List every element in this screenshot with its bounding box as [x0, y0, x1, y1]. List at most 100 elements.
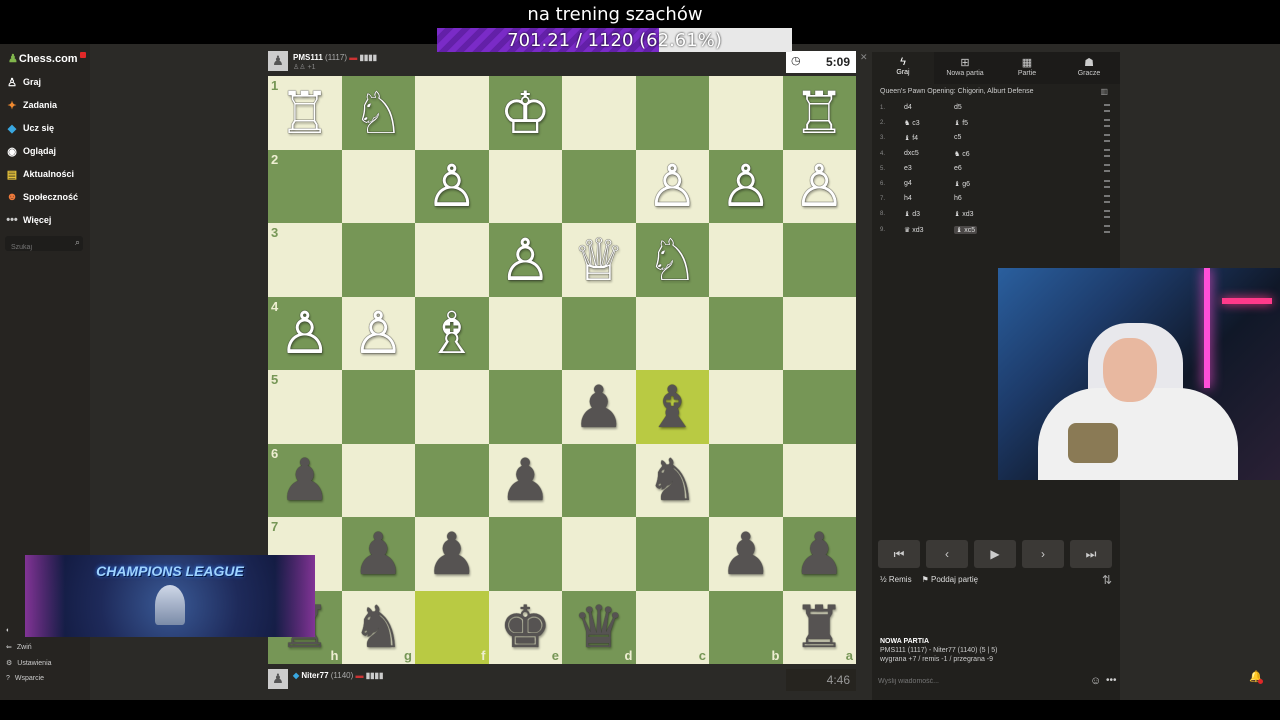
white-pawn-icon[interactable]: ♙ [426, 157, 478, 215]
board-square-g2[interactable] [341, 149, 415, 223]
previous-move-button[interactable]: ‹ [926, 540, 968, 568]
black-knight-icon[interactable]: ♞ [352, 598, 404, 656]
black-knight-icon[interactable]: ♞ [646, 451, 698, 509]
black-queen-icon[interactable]: ♛ [573, 598, 625, 656]
black-pawn-icon[interactable]: ♟ [793, 525, 845, 583]
board-square-g4[interactable]: ♙ [341, 296, 415, 370]
board-square-a6[interactable] [782, 443, 856, 517]
board-square-a1[interactable]: ♖ [782, 76, 856, 150]
black-pawn-icon[interactable]: ♟ [279, 451, 331, 509]
board-square-c7[interactable] [635, 517, 709, 591]
board-square-e6[interactable]: ♟ [488, 443, 562, 517]
board-square-d2[interactable] [562, 149, 636, 223]
flip-board-icon[interactable]: ⇅ [1102, 573, 1112, 587]
sidebar-support-link[interactable]: ? Wsparcie [6, 675, 44, 682]
board-square-h6[interactable]: 6 ♟ [268, 443, 342, 517]
black-move[interactable]: d5 [954, 104, 962, 111]
book-icon[interactable]: ▥ [1100, 87, 1108, 96]
board-square-h2[interactable]: 2 [268, 149, 342, 223]
search-input[interactable] [9, 243, 73, 252]
white-rook-icon[interactable]: ♖ [793, 84, 845, 142]
resign-button[interactable]: ⚑ Poddaj partię [922, 575, 979, 584]
play-button[interactable]: ▶ [974, 540, 1016, 568]
black-pawn-icon[interactable]: ♟ [426, 525, 478, 583]
emoji-icon[interactable]: ☺ [1090, 675, 1101, 687]
tab-play[interactable]: ϟ Graj [872, 52, 934, 84]
last-move-button[interactable]: ⏭ [1070, 540, 1112, 568]
sidebar-settings-link[interactable]: ⚙ Ustawienia [6, 659, 52, 668]
black-bishop-icon[interactable]: ♝ [646, 378, 698, 436]
board-square-f2[interactable]: ♙ [415, 149, 489, 223]
white-move[interactable]: ♛ xd3 [904, 226, 924, 234]
board-square-d6[interactable] [562, 443, 636, 517]
board-square-g3[interactable] [341, 223, 415, 297]
board-square-e7[interactable] [488, 517, 562, 591]
black-move[interactable]: c5 [954, 134, 961, 141]
board-square-d4[interactable] [562, 296, 636, 370]
black-pawn-icon[interactable]: ♟ [573, 378, 625, 436]
black-rook-icon[interactable]: ♜ [793, 598, 845, 656]
white-pawn-icon[interactable]: ♙ [352, 304, 404, 362]
board-square-f3[interactable] [415, 223, 489, 297]
sidebar-item-play[interactable]: ♙ Graj [6, 76, 41, 89]
board-square-h3[interactable]: 3 [268, 223, 342, 297]
board-square-g5[interactable] [341, 370, 415, 444]
board-square-b1[interactable] [709, 76, 783, 150]
white-move[interactable]: ♞ c3 [904, 119, 920, 127]
white-pawn-icon[interactable]: ♙ [499, 231, 551, 289]
chesscom-logo[interactable]: ♟Chess.com [8, 52, 78, 65]
board-square-c4[interactable] [635, 296, 709, 370]
board-square-e1[interactable]: ♔ [488, 76, 562, 150]
board-square-d1[interactable] [562, 76, 636, 150]
white-pawn-icon[interactable]: ♙ [279, 304, 331, 362]
board-square-g1[interactable]: ♘ [341, 76, 415, 150]
board-square-c5[interactable]: ♝ [635, 370, 709, 444]
board-square-c8[interactable]: c [635, 590, 709, 664]
bottom-player-avatar[interactable]: ♟ [268, 669, 288, 689]
draw-button[interactable]: ½ Remis [880, 575, 912, 584]
white-pawn-icon[interactable]: ♙ [646, 157, 698, 215]
board-square-d7[interactable] [562, 517, 636, 591]
tab-games[interactable]: ▦ Partie [996, 52, 1058, 84]
board-square-e5[interactable] [488, 370, 562, 444]
white-king-icon[interactable]: ♔ [499, 84, 551, 142]
chat-input[interactable] [876, 677, 1060, 686]
board-square-e2[interactable] [488, 149, 562, 223]
board-square-h5[interactable]: 5 [268, 370, 342, 444]
white-knight-icon[interactable]: ♘ [646, 231, 698, 289]
white-pawn-icon[interactable]: ♙ [720, 157, 772, 215]
board-square-b7[interactable]: ♟ [709, 517, 783, 591]
white-bishop-icon[interactable]: ♗ [426, 304, 478, 362]
black-pawn-icon[interactable]: ♟ [352, 525, 404, 583]
board-square-g8[interactable]: g ♞ [341, 590, 415, 664]
black-move[interactable]: ♝ f5 [954, 119, 968, 127]
board-square-a5[interactable] [782, 370, 856, 444]
board-square-f4[interactable]: ♗ [415, 296, 489, 370]
white-queen-icon[interactable]: ♕ [573, 231, 625, 289]
close-icon[interactable]: ✕ [860, 52, 868, 63]
board-square-a3[interactable] [782, 223, 856, 297]
more-options-icon[interactable]: ••• [1106, 675, 1117, 686]
sidebar-item-watch[interactable]: ◉ Oglądaj [6, 145, 56, 158]
board-square-f8[interactable]: f [415, 590, 489, 664]
black-move[interactable]: ♝ xc5 [954, 225, 978, 234]
board-square-a4[interactable] [782, 296, 856, 370]
bottom-player-name[interactable]: ◆ Niter77 (1140) ▬ ▮▮▮▮ [293, 671, 383, 680]
sidebar-item-puzzles[interactable]: ✦ Zadania [6, 99, 57, 112]
black-move[interactable]: ♝ g6 [954, 180, 970, 188]
board-square-h4[interactable]: 4 ♙ [268, 296, 342, 370]
board-square-g7[interactable]: ♟ [341, 517, 415, 591]
top-player-name[interactable]: PMS111 (1117) ▬ ▮▮▮▮ [293, 53, 377, 62]
board-square-c3[interactable]: ♘ [635, 223, 709, 297]
board-square-a7[interactable]: ♟ [782, 517, 856, 591]
board-square-b6[interactable] [709, 443, 783, 517]
white-move[interactable]: h4 [904, 195, 912, 202]
board-square-b3[interactable] [709, 223, 783, 297]
board-square-a2[interactable]: ♙ [782, 149, 856, 223]
board-square-a8[interactable]: a ♜ [782, 590, 856, 664]
white-knight-icon[interactable]: ♘ [352, 84, 404, 142]
board-square-b2[interactable]: ♙ [709, 149, 783, 223]
white-move[interactable]: ♝ d3 [904, 210, 920, 218]
board-square-d8[interactable]: d ♛ [562, 590, 636, 664]
board-square-e8[interactable]: e ♚ [488, 590, 562, 664]
